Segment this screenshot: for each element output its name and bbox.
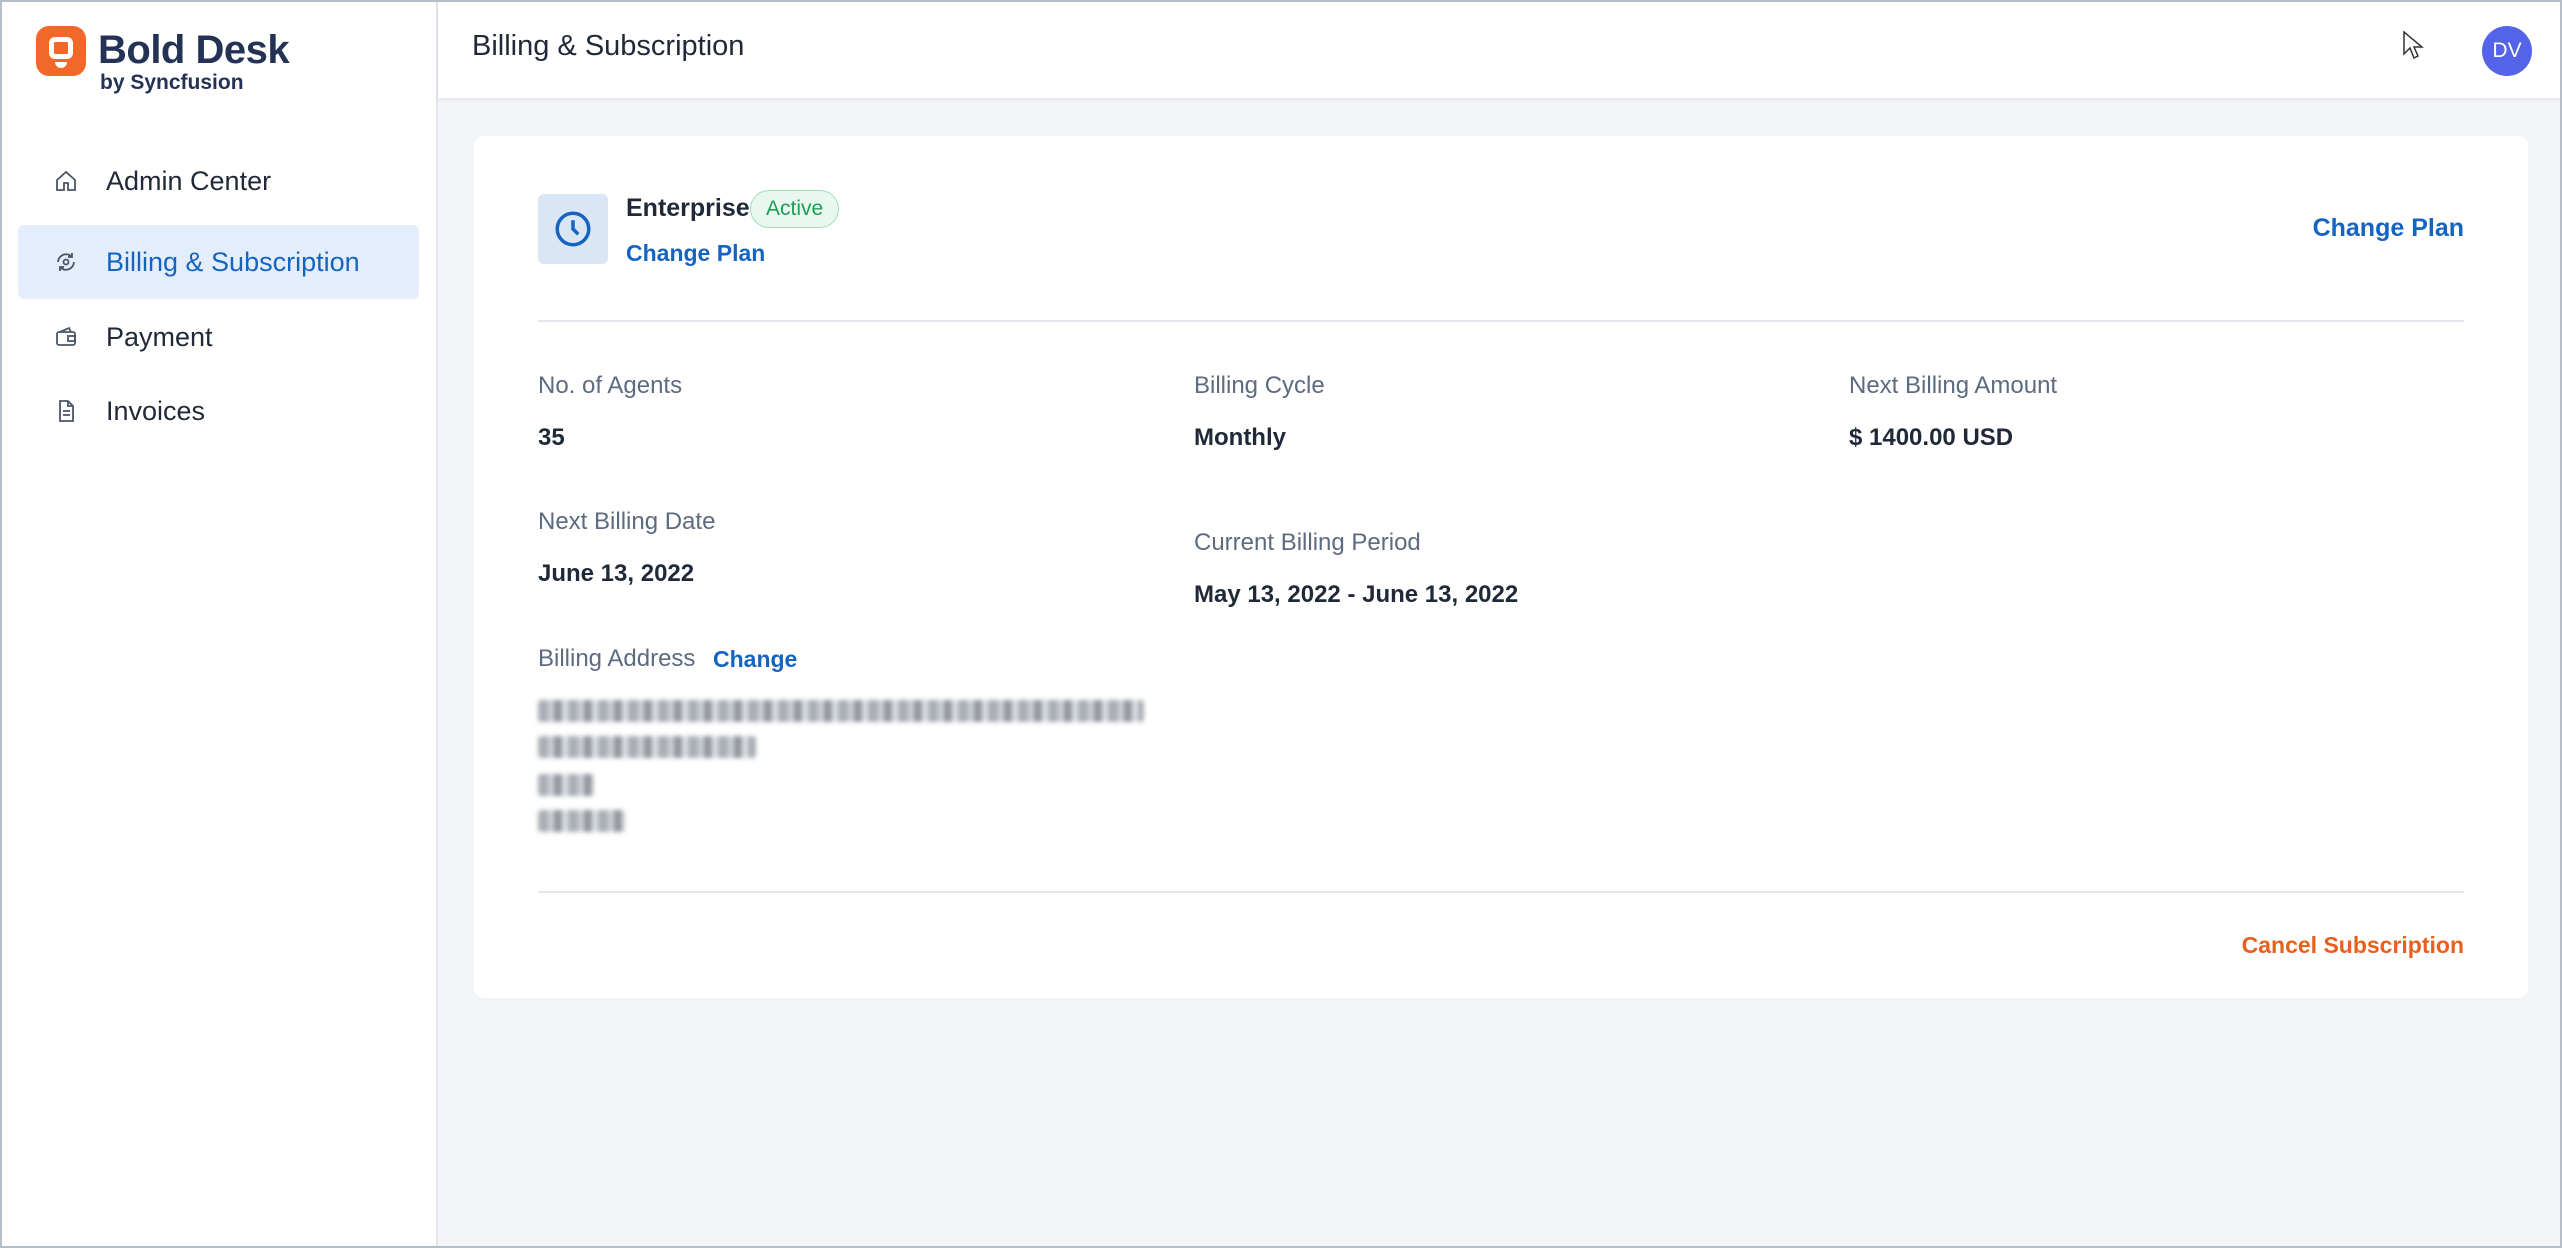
change-address-link[interactable]: Change xyxy=(713,646,797,673)
current-billing-period-label: Current Billing Period xyxy=(1194,529,1421,556)
next-billing-date-value: June 13, 2022 xyxy=(538,560,695,587)
redacted-address-line xyxy=(538,810,626,832)
sidebar-item-payment[interactable]: Payment xyxy=(18,300,419,374)
avatar[interactable]: DV xyxy=(2482,26,2532,76)
logo[interactable]: Bold Desk by Syncfusion xyxy=(36,26,336,98)
sidebar: Bold Desk by Syncfusion Admin Center Bil… xyxy=(0,0,438,1248)
logo-text: Bold Desk xyxy=(98,28,290,72)
billing-cycle-label: Billing Cycle xyxy=(1194,372,1325,399)
sidebar-item-label: Billing & Subscription xyxy=(106,246,360,277)
redacted-address-line xyxy=(538,736,756,758)
plan-name: Enterprise xyxy=(626,194,750,222)
sidebar-item-billing-subscription[interactable]: Billing & Subscription xyxy=(18,225,419,299)
billing-cycle-value: Monthly xyxy=(1194,424,1286,451)
agents-label: No. of Agents xyxy=(538,372,683,399)
page-title: Billing & Subscription xyxy=(472,30,745,62)
current-billing-period-value: May 13, 2022 - June 13, 2022 xyxy=(1194,581,1519,608)
subscription-card: Enterprise Active Change Plan Change Pla… xyxy=(474,136,2528,998)
home-icon xyxy=(52,167,80,195)
billing-icon xyxy=(52,248,80,276)
next-billing-date-label: Next Billing Date xyxy=(538,508,716,535)
bold-desk-logo-icon xyxy=(36,26,86,76)
next-billing-amount-value: $ 1400.00 USD xyxy=(1849,424,2014,451)
sidebar-item-label: Invoices xyxy=(106,395,206,426)
redacted-address-line xyxy=(538,774,594,796)
billing-address-label: Billing Address xyxy=(538,645,696,672)
sidebar-item-admin-center[interactable]: Admin Center xyxy=(18,144,419,218)
change-plan-link[interactable]: Change Plan xyxy=(626,240,765,267)
status-badge: Active xyxy=(750,190,840,228)
sidebar-item-label: Payment xyxy=(106,321,213,352)
sidebar-item-invoices[interactable]: Invoices xyxy=(18,374,419,448)
document-icon xyxy=(52,397,80,425)
mouse-cursor-icon xyxy=(2402,30,2425,60)
divider xyxy=(538,320,2464,322)
sidebar-item-label: Admin Center xyxy=(106,165,272,196)
redacted-address-line xyxy=(538,700,1144,722)
divider xyxy=(538,891,2464,893)
cancel-subscription-button[interactable]: Cancel Subscription xyxy=(2242,932,2464,959)
header: Billing & Subscription DV xyxy=(438,0,2562,98)
wallet-icon xyxy=(52,323,80,351)
change-plan-button[interactable]: Change Plan xyxy=(2313,214,2464,243)
next-billing-amount-label: Next Billing Amount xyxy=(1849,372,2058,399)
clock-icon xyxy=(538,194,608,264)
agents-value: 35 xyxy=(538,424,565,451)
logo-subtitle: by Syncfusion xyxy=(100,71,244,94)
